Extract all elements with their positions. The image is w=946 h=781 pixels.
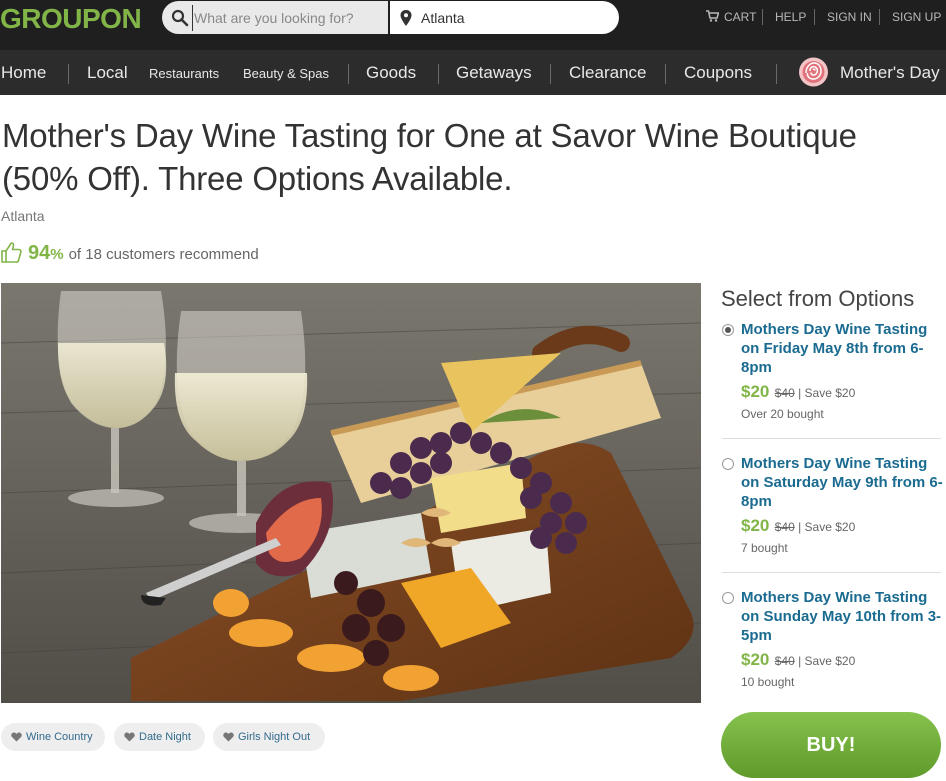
deal-image[interactable] (1, 283, 701, 703)
deal-city: Atlanta (1, 208, 45, 224)
cart-icon[interactable] (706, 10, 719, 22)
recommend-summary: 94% of 18 customers recommend (1, 241, 259, 265)
thumbs-up-icon (1, 242, 22, 263)
nav-divider (665, 64, 666, 84)
option-bought-count: Over 20 bought (741, 407, 824, 421)
option-name[interactable]: Mothers Day Wine Tasting on Saturday May… (741, 454, 946, 511)
tag-wine-country[interactable]: Wine Country (1, 723, 105, 751)
option-radio[interactable] (722, 324, 734, 336)
nav-beauty-spas[interactable]: Beauty & Spas (243, 66, 329, 81)
option-original-price: $40 (774, 520, 795, 534)
option-price-line: $20 $40 | Save $20 (741, 516, 856, 535)
nav-divider (68, 64, 69, 84)
option-bought-count: 10 bought (741, 675, 795, 689)
option-item-1[interactable]: Mothers Day Wine Tasting on Friday May 8… (722, 320, 941, 430)
nav-divider (438, 64, 439, 84)
nav-goods[interactable]: Goods (366, 63, 416, 83)
option-radio[interactable] (722, 458, 734, 470)
option-savings: Save $20 (804, 386, 856, 400)
search-input[interactable] (192, 5, 382, 31)
location-input[interactable] (421, 5, 606, 31)
option-divider (722, 572, 941, 573)
recommend-percent-symbol: % (50, 246, 64, 263)
option-name[interactable]: Mothers Day Wine Tasting on Sunday May 1… (741, 588, 946, 645)
location-pin-icon (400, 10, 412, 26)
tag-girls-night-out[interactable]: Girls Night Out (213, 723, 325, 751)
groupon-logo[interactable]: GROUPON (0, 3, 142, 35)
sign-in-link[interactable]: SIGN IN (827, 10, 872, 24)
option-price: $20 (741, 650, 770, 669)
option-price: $20 (741, 382, 770, 401)
nav-mothers-day[interactable]: Mother's Day (840, 63, 940, 83)
option-savings: Save $20 (804, 520, 856, 534)
nav-home[interactable]: Home (1, 63, 46, 83)
option-savings: Save $20 (804, 654, 856, 668)
recommend-text: of 18 customers recommend (68, 246, 259, 263)
heart-icon (11, 732, 22, 742)
tag-label: Girls Night Out (238, 731, 311, 743)
util-divider (762, 9, 763, 25)
top-bar: GROUPON CART HELP SIGN IN SIGN UP (0, 0, 946, 50)
nav-restaurants[interactable]: Restaurants (149, 66, 219, 81)
nav-divider (348, 64, 349, 84)
location-box (390, 1, 619, 34)
nav-getaways[interactable]: Getaways (456, 63, 532, 83)
option-divider (722, 438, 941, 439)
nav-local[interactable]: Local (87, 63, 128, 83)
buy-button[interactable]: BUY! (721, 712, 941, 778)
tag-date-night[interactable]: Date Night (114, 723, 205, 751)
option-original-price: $40 (774, 386, 795, 400)
sign-up-link[interactable]: SIGN UP (892, 10, 941, 24)
heart-icon (223, 732, 234, 742)
tag-label: Date Night (139, 731, 191, 743)
cart-link[interactable]: CART (724, 10, 756, 24)
option-price: $20 (741, 516, 770, 535)
nav-divider (550, 64, 551, 84)
recommend-percent: 94 (28, 242, 51, 264)
search-box (162, 1, 388, 34)
options-heading: Select from Options (721, 286, 915, 311)
option-price-line: $20 $40 | Save $20 (741, 650, 856, 669)
help-link[interactable]: HELP (775, 10, 806, 24)
option-item-3[interactable]: Mothers Day Wine Tasting on Sunday May 1… (722, 588, 941, 698)
rose-icon[interactable] (798, 56, 829, 89)
option-price-line: $20 $40 | Save $20 (741, 382, 856, 401)
option-original-price: $40 (774, 654, 795, 668)
util-divider (879, 9, 880, 25)
heart-icon (124, 732, 135, 742)
search-icon (171, 9, 189, 27)
option-radio[interactable] (722, 592, 734, 604)
nav-clearance[interactable]: Clearance (569, 63, 647, 83)
option-item-2[interactable]: Mothers Day Wine Tasting on Saturday May… (722, 454, 943, 564)
tag-label: Wine Country (26, 731, 93, 743)
util-divider (814, 9, 815, 25)
nav-divider (776, 64, 777, 84)
nav-coupons[interactable]: Coupons (684, 63, 752, 83)
option-bought-count: 7 bought (741, 541, 788, 555)
option-name[interactable]: Mothers Day Wine Tasting on Friday May 8… (741, 320, 946, 377)
deal-title: Mother's Day Wine Tasting for One at Sav… (2, 117, 857, 197)
